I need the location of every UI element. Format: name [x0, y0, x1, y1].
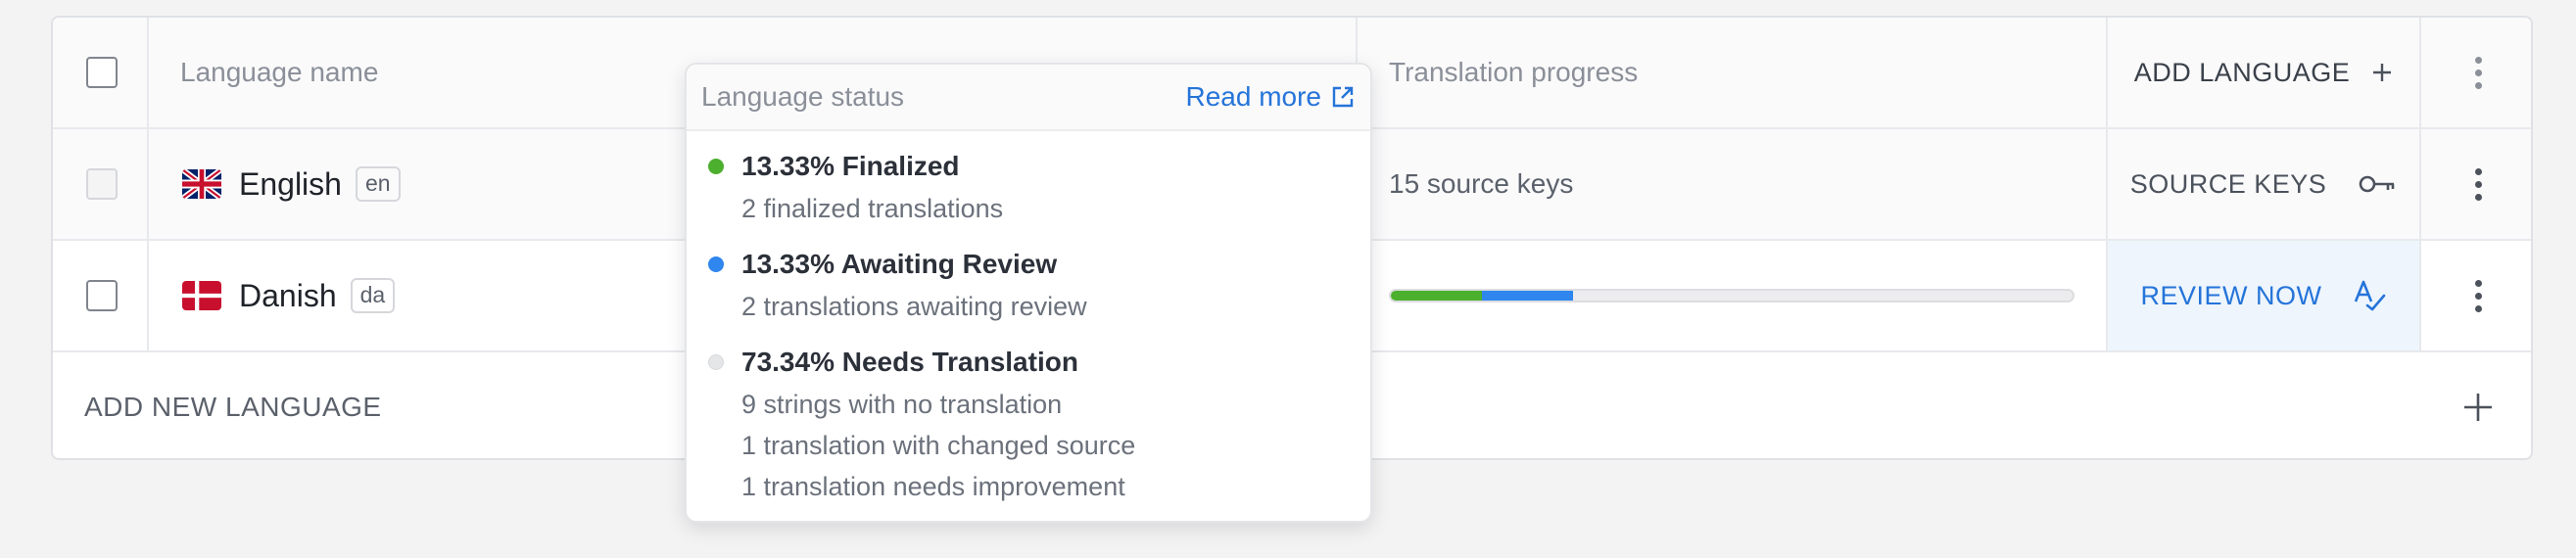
language-name-header-label: Language name — [180, 57, 379, 87]
needs-translation-dot — [708, 354, 724, 370]
translation-progress-header: Translation progress — [1389, 18, 1638, 127]
key-icon — [2358, 172, 2397, 196]
add-language-label: ADD LANGUAGE — [2133, 57, 2351, 87]
status-detail: 2 finalized translations — [741, 194, 1004, 223]
awaiting-review-dot — [708, 256, 724, 272]
danish-checkbox[interactable] — [86, 280, 118, 311]
status-detail: 1 translation needs improvement — [741, 472, 1125, 501]
select-all-checkbox[interactable] — [86, 57, 118, 88]
status-detail: 1 translation with changed source — [741, 431, 1136, 460]
translation-progress-bar[interactable] — [1389, 289, 2075, 302]
status-needs-translation: 73.34% Needs Translation 9 strings with … — [708, 347, 1135, 501]
add-new-language-label: ADD NEW LANGUAGE — [84, 392, 382, 422]
language-name: Danish — [239, 277, 337, 313]
english-progress-cell: 15 source keys — [1389, 129, 1573, 239]
status-awaiting-review: 13.33% Awaiting Review 2 translations aw… — [708, 249, 1087, 321]
danish-select-cell — [86, 241, 118, 350]
add-new-language-plus[interactable] — [2421, 352, 2531, 458]
language-name-header: Language name — [180, 18, 378, 127]
review-now-label: REVIEW NOW — [2140, 280, 2322, 310]
uk-flag-icon — [182, 169, 221, 199]
read-more-link[interactable]: Read more — [1185, 81, 1355, 113]
translation-progress-header-label: Translation progress — [1389, 57, 1639, 87]
header-more-menu[interactable] — [2421, 18, 2531, 127]
status-title: 13.33% Finalized — [741, 151, 960, 181]
add-new-language-button[interactable]: ADD NEW LANGUAGE — [84, 352, 382, 458]
language-status-popover: Language status Read more 13.33% Finaliz… — [685, 63, 1372, 523]
select-all-cell — [86, 18, 118, 127]
english-more-menu[interactable] — [2421, 129, 2531, 239]
more-vertical-icon — [2474, 167, 2482, 201]
read-more-label: Read more — [1185, 81, 1321, 112]
source-keys-count: 15 source keys — [1389, 168, 1574, 199]
english-checkbox — [86, 168, 118, 200]
plus-icon — [2462, 392, 2494, 423]
source-keys-label: SOURCE KEYS — [2129, 168, 2327, 199]
status-detail: 9 strings with no translation — [741, 390, 1063, 419]
plus-icon — [2371, 62, 2393, 83]
danish-progress-cell[interactable] — [1389, 241, 2094, 350]
finalized-dot — [708, 159, 724, 174]
denmark-flag-icon — [182, 281, 221, 310]
more-vertical-icon — [2474, 56, 2482, 89]
review-now-button[interactable]: REVIEW NOW — [2108, 241, 2419, 350]
status-title: 13.33% Awaiting Review — [741, 249, 1058, 279]
language-code-badge: en — [355, 166, 401, 202]
source-keys-button[interactable]: SOURCE KEYS — [2108, 129, 2419, 239]
progress-finalized-segment — [1391, 291, 1482, 301]
status-finalized: 13.33% Finalized 2 finalized translation… — [708, 151, 1003, 223]
progress-awaiting-review-segment — [1481, 291, 1573, 301]
popover-title: Language status — [701, 81, 905, 112]
more-vertical-icon — [2474, 279, 2482, 312]
language-name: English — [239, 165, 342, 202]
popover-header: Language status Read more — [687, 65, 1370, 131]
language-code-badge: da — [350, 278, 396, 313]
danish-more-menu[interactable] — [2421, 241, 2531, 350]
english-language-cell[interactable]: English en — [182, 129, 401, 239]
status-title: 73.34% Needs Translation — [741, 347, 1078, 377]
danish-language-cell[interactable]: Danish da — [182, 241, 396, 350]
add-language-button[interactable]: ADD LANGUAGE — [2108, 18, 2419, 127]
spellcheck-icon — [2354, 280, 2387, 311]
english-select-cell — [86, 129, 118, 239]
status-detail: 2 translations awaiting review — [741, 292, 1087, 321]
external-link-icon — [1331, 85, 1355, 109]
